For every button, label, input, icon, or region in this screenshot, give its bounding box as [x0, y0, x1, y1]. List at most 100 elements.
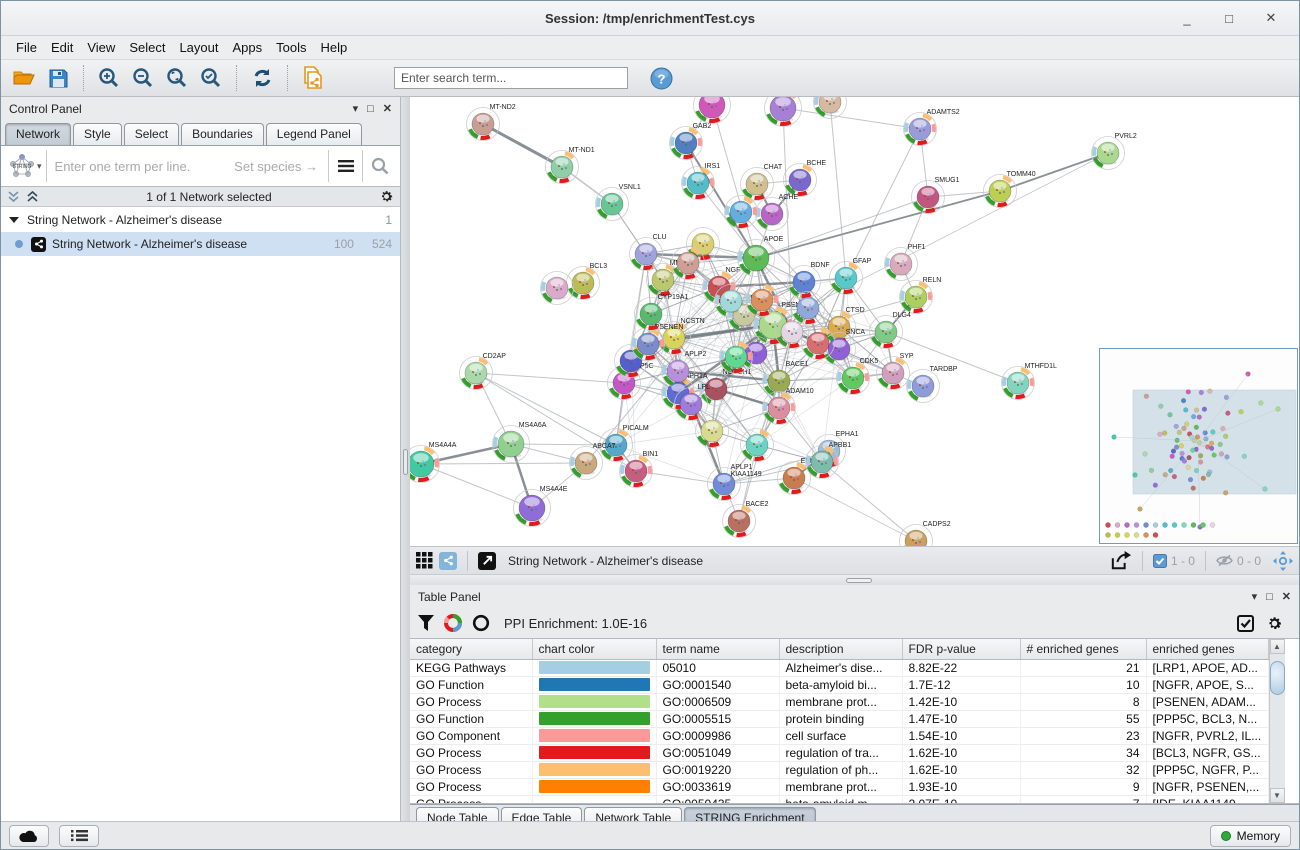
minimap-viewport[interactable] — [1133, 390, 1296, 494]
menu-view[interactable]: View — [80, 38, 122, 57]
set-species-hint[interactable]: Set species → — [234, 159, 328, 174]
string-term-input[interactable]: Enter one term per line. — [47, 159, 235, 174]
memory-button[interactable]: Memory — [1210, 825, 1291, 847]
zoom-out-button[interactable] — [128, 64, 158, 92]
table-row[interactable]: GO FunctionGO:0005515protein binding1.47… — [410, 710, 1268, 727]
table-row[interactable]: KEGG Pathways05010Alzheimer's dise...8.8… — [410, 659, 1268, 676]
export-network-icon[interactable] — [1110, 551, 1132, 571]
table-row[interactable]: GO ProcessGO:0006509membrane prot...1.42… — [410, 693, 1268, 710]
network-node-ctsd[interactable]: CTSD — [823, 307, 865, 344]
help-button[interactable]: ? — [646, 64, 676, 92]
chart-color-donut-icon[interactable] — [444, 614, 462, 632]
table-row[interactable]: GO ProcessGO:0019220regulation of ph...1… — [410, 761, 1268, 778]
table-row[interactable]: GO ComponentGO:0009986cell surface1.54E-… — [410, 727, 1268, 744]
network-node-vsnl1[interactable]: VSNL1 — [596, 184, 641, 221]
network-node[interactable] — [725, 196, 758, 229]
panel-float-icon[interactable]: □ — [1266, 591, 1273, 603]
table-row[interactable]: GO ProcessGO:0050435beta-amyloid m...2.0… — [410, 795, 1268, 804]
network-overview-minimap[interactable] — [1099, 348, 1298, 544]
network-node-apoe[interactable]: APOE — [738, 236, 784, 277]
column-header[interactable]: category — [410, 639, 532, 659]
zoom-in-button[interactable] — [94, 64, 124, 92]
column-header[interactable]: FDR p-value — [902, 639, 1020, 659]
network-node-gab2[interactable]: GAB2 — [670, 123, 712, 160]
network-node-mt-nd1[interactable]: MT-ND1 — [546, 147, 595, 184]
network-node-mthfd1l[interactable]: MTHFD1L — [1002, 363, 1057, 400]
column-header[interactable]: description — [779, 639, 902, 659]
table-scrollbar[interactable]: ▲ ▼ — [1269, 639, 1285, 803]
select-columns-icon[interactable] — [1237, 615, 1254, 632]
open-session-button[interactable] — [9, 64, 39, 92]
detach-view-icon[interactable] — [478, 552, 496, 570]
gear-icon[interactable] — [379, 189, 394, 204]
tab-network[interactable]: Network — [5, 123, 71, 145]
scroll-down-arrow[interactable]: ▼ — [1270, 788, 1285, 803]
menu-file[interactable]: File — [9, 38, 44, 57]
maximize-button[interactable]: □ — [1215, 6, 1243, 30]
grid-view-icon[interactable] — [416, 552, 433, 569]
network-node-ms4a6a[interactable]: MS4A6A — [493, 422, 547, 463]
tab-boundaries[interactable]: Boundaries — [181, 123, 264, 145]
vertical-splitter[interactable] — [401, 97, 410, 821]
save-session-button[interactable] — [43, 64, 73, 92]
network-row-selected[interactable]: String Network - Alzheimer's disease 100… — [1, 232, 400, 256]
panel-close-icon[interactable]: ✕ — [1282, 590, 1291, 603]
collapse-all-icon[interactable] — [7, 190, 20, 203]
network-node-pvrl2[interactable]: PVRL2 — [1092, 133, 1137, 170]
table-row[interactable]: GO ProcessGO:0051049regulation of tra...… — [410, 744, 1268, 761]
zoom-fit-button[interactable] — [162, 64, 192, 92]
network-node-clu[interactable]: CLU — [630, 234, 667, 271]
zoom-selected-button[interactable] — [196, 64, 226, 92]
cloud-tasks-button[interactable] — [9, 825, 49, 847]
table-row[interactable]: GO FunctionGO:0001540beta-amyloid bi...1… — [410, 676, 1268, 693]
menu-apps[interactable]: Apps — [226, 38, 270, 57]
search-input[interactable] — [394, 67, 628, 89]
network-node-adamts2[interactable]: ADAMTS2 — [904, 109, 960, 146]
horizontal-splitter[interactable] — [410, 574, 1299, 585]
network-node-apbb1[interactable]: APBB1 — [806, 442, 852, 479]
network-node-tardbp[interactable]: TARDBP — [907, 366, 958, 403]
string-logo-button[interactable]: STRING ▾ — [5, 150, 47, 182]
menu-layout[interactable]: Layout — [172, 38, 225, 57]
column-header[interactable]: term name — [656, 639, 779, 659]
string-search-button[interactable] — [362, 150, 396, 182]
clone-network-button[interactable] — [298, 64, 328, 92]
network-canvas[interactable]: MT-ND2MT-ND1VSNL1GAB2IRS1CHATBCHEACHESMU… — [410, 97, 1299, 546]
network-node[interactable] — [696, 415, 729, 448]
panel-menu-icon[interactable]: ▾ — [353, 102, 359, 115]
filter-icon[interactable] — [418, 615, 434, 631]
tab-style[interactable]: Style — [73, 123, 122, 145]
menu-tools[interactable]: Tools — [269, 38, 313, 57]
scrollbar-thumb[interactable] — [1270, 661, 1285, 695]
network-collection-row[interactable]: String Network - Alzheimer's disease 1 — [1, 208, 400, 232]
refresh-button[interactable] — [247, 64, 277, 92]
network-node-mt-nd2[interactable]: MT-ND2 — [467, 104, 516, 141]
panel-close-icon[interactable]: ✕ — [383, 102, 392, 115]
menu-help[interactable]: Help — [314, 38, 355, 57]
scroll-up-arrow[interactable]: ▲ — [1270, 639, 1285, 654]
column-header[interactable]: enriched genes — [1146, 639, 1268, 659]
network-node[interactable] — [541, 272, 574, 305]
network-node[interactable] — [765, 97, 802, 127]
splitter-handle[interactable] — [846, 578, 872, 583]
string-options-button[interactable] — [328, 150, 362, 182]
gear-icon[interactable] — [1266, 615, 1283, 632]
network-node-reln[interactable]: RELN — [900, 277, 942, 314]
close-button[interactable]: ✕ — [1257, 6, 1285, 30]
ring-icon[interactable] — [472, 614, 490, 632]
tab-legend-panel[interactable]: Legend Panel — [266, 123, 362, 145]
network-node-phf1[interactable]: PHF1 — [885, 244, 926, 281]
splitter-handle[interactable] — [403, 449, 408, 475]
network-node-bche[interactable]: BCHE — [784, 160, 827, 197]
pan-navigation-icon[interactable] — [1273, 551, 1293, 571]
panel-float-icon[interactable]: □ — [367, 103, 374, 115]
network-node[interactable] — [694, 97, 731, 124]
tab-select[interactable]: Select — [124, 123, 179, 145]
column-header[interactable]: chart color — [532, 639, 656, 659]
network-node-gfap[interactable]: GFAP — [830, 258, 872, 295]
menu-select[interactable]: Select — [122, 38, 172, 57]
network-node-bace2[interactable]: BACE2 — [723, 501, 769, 538]
network-node-abca7[interactable]: ABCA7 — [570, 443, 616, 480]
expand-all-icon[interactable] — [26, 190, 39, 203]
column-header[interactable]: # enriched genes — [1020, 639, 1146, 659]
